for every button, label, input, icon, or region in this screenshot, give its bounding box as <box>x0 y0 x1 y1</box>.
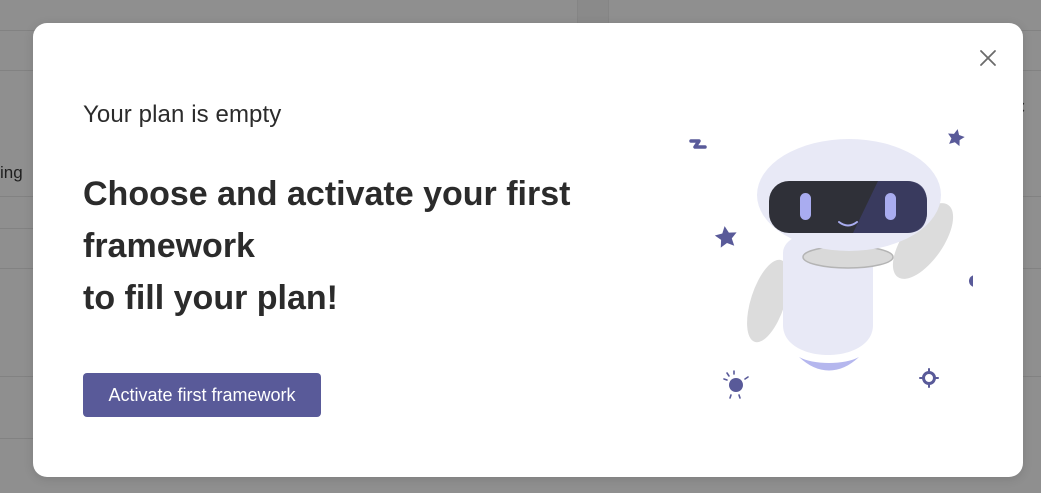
background-divider <box>1023 196 1041 197</box>
background-divider <box>1023 376 1041 377</box>
empty-plan-modal: Your plan is empty Choose and activate y… <box>33 23 1023 477</box>
headline-line: framework <box>83 227 255 265</box>
close-icon[interactable] <box>977 47 999 69</box>
headline-line: to fill your plan! <box>83 279 338 317</box>
gear-teeth-icon <box>919 368 939 388</box>
headline-line: Choose and activate your first <box>83 175 571 213</box>
planet-icon <box>729 378 743 392</box>
background-text: ing <box>0 163 23 182</box>
zigzag-icon <box>689 139 707 149</box>
robot-base-glow <box>799 357 859 371</box>
activate-first-framework-button[interactable]: Activate first framework <box>83 373 321 417</box>
robot-right-eye <box>885 193 896 220</box>
modal-subtitle: Your plan is empty <box>83 101 282 128</box>
background-divider <box>1023 268 1041 269</box>
robot-waving-illustration <box>673 103 981 403</box>
gear-icon <box>922 371 936 385</box>
robot-left-eye <box>800 193 811 220</box>
star-icon <box>714 226 737 248</box>
modal-headline: Choose and activate your first framework… <box>83 168 643 324</box>
dot-icon <box>969 275 981 287</box>
star-icon <box>948 129 965 147</box>
